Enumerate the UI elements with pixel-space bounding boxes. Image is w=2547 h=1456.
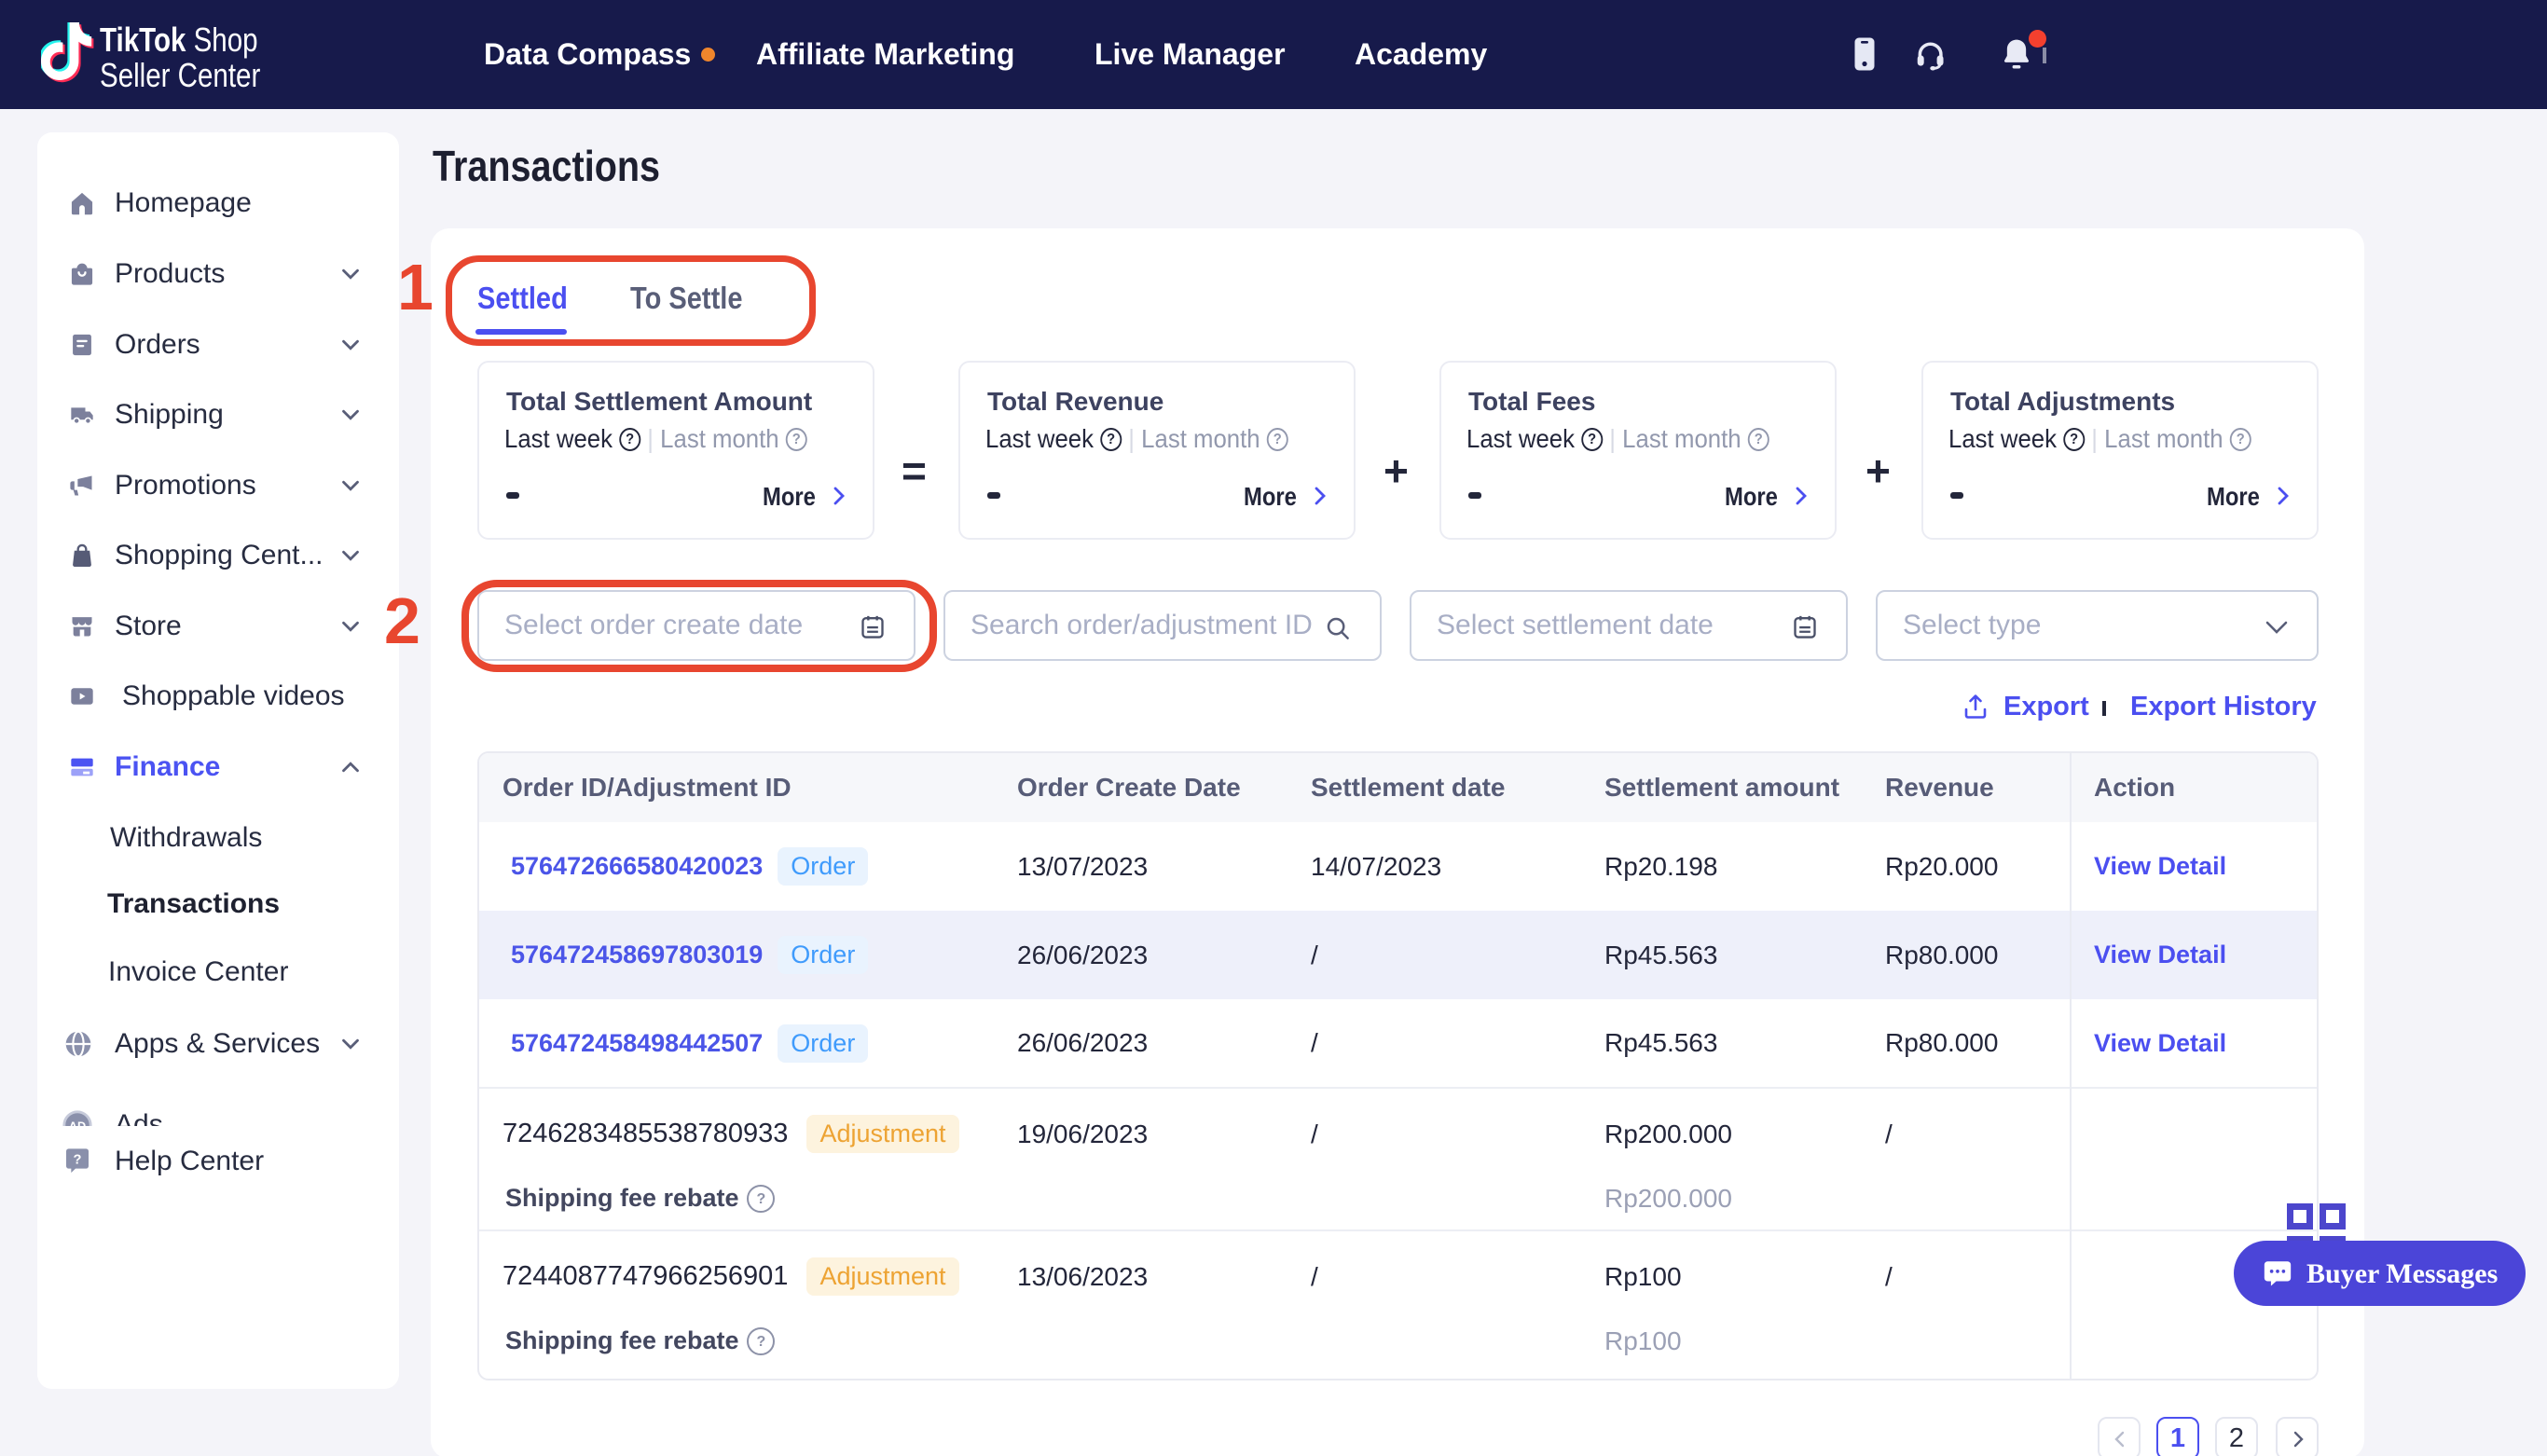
svg-text:?: ?	[74, 1152, 82, 1167]
